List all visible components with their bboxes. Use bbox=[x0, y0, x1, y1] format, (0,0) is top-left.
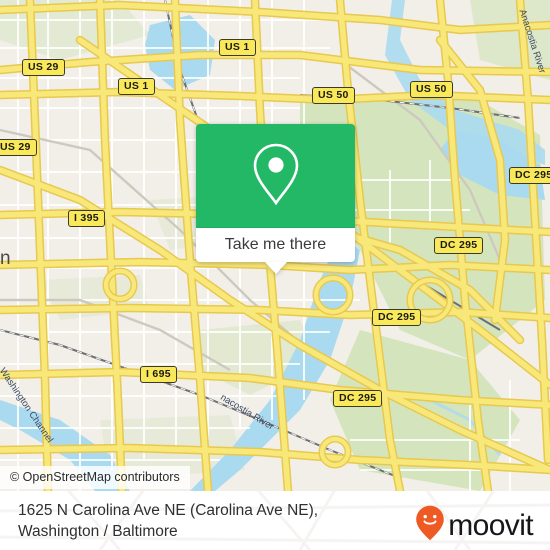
location-address: 1625 N Carolina Ave NE (Carolina Ave NE)… bbox=[18, 500, 378, 542]
road-shield: DC 295 bbox=[509, 167, 550, 184]
location-callout-card[interactable]: Take me there bbox=[196, 124, 355, 274]
road-shield: US 1 bbox=[118, 78, 155, 95]
address-line-1: 1625 N Carolina Ave NE (Carolina Ave NE)… bbox=[18, 502, 319, 519]
callout-pointer bbox=[264, 262, 287, 274]
road-shield: DC 295 bbox=[333, 390, 383, 407]
road-shield: US 1 bbox=[219, 39, 256, 56]
road-shield: DC 295 bbox=[434, 237, 484, 254]
road-shield: US 29 bbox=[0, 139, 37, 156]
address-line-2: Washington / Baltimore bbox=[18, 523, 178, 540]
moovit-wordmark: moovit bbox=[448, 508, 533, 542]
road-shield: US 50 bbox=[312, 87, 355, 104]
map-pin-icon bbox=[248, 140, 304, 213]
road-shield: I 395 bbox=[68, 210, 105, 227]
city-label: n bbox=[0, 248, 11, 269]
take-me-there-button[interactable]: Take me there bbox=[196, 228, 355, 262]
road-shield: DC 295 bbox=[372, 309, 422, 326]
osm-attribution[interactable]: © OpenStreetMap contributors bbox=[0, 466, 190, 489]
moovit-logo[interactable]: moovit bbox=[415, 505, 534, 546]
road-shield: US 29 bbox=[22, 59, 65, 76]
moovit-smiley-pin-icon bbox=[415, 505, 445, 546]
map-canvas[interactable]: US 29 US 29 US 1 US 1 US 50 US 50 DC 295… bbox=[0, 0, 550, 491]
callout-image-area bbox=[196, 124, 355, 228]
footer-bar: 1625 N Carolina Ave NE (Carolina Ave NE)… bbox=[0, 491, 550, 550]
map-screenshot: US 29 US 29 US 1 US 1 US 50 US 50 DC 295… bbox=[0, 0, 550, 550]
road-shield: US 50 bbox=[410, 81, 453, 98]
road-shield: I 695 bbox=[140, 366, 177, 383]
take-me-there-label: Take me there bbox=[224, 236, 327, 253]
